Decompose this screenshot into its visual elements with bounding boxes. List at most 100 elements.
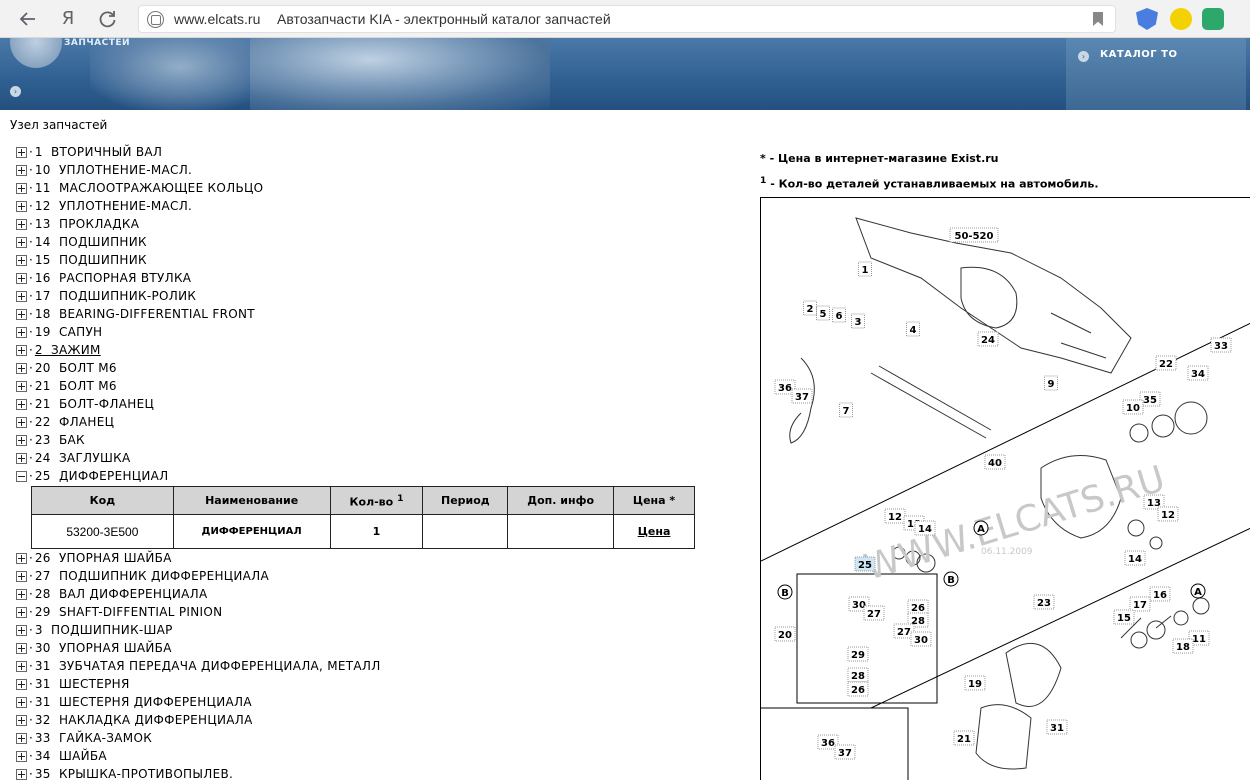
diagram-callout[interactable]: 33	[1210, 337, 1232, 353]
tree-item[interactable]: · 3 ПОДШИПНИК-ШАР	[16, 621, 716, 639]
reload-button[interactable]	[96, 7, 120, 31]
tree-item[interactable]: · 26 УПОРНАЯ ШАЙБА	[16, 549, 716, 567]
price-link[interactable]: Цена	[613, 514, 695, 549]
banner-arrow-icon[interactable]: ›	[10, 86, 21, 97]
diagram-callout[interactable]: 27	[863, 605, 885, 621]
diagram-callout[interactable]: 37	[791, 388, 813, 404]
expand-icon[interactable]	[16, 434, 27, 446]
diagram-callout[interactable]: 3	[851, 313, 865, 329]
expand-icon[interactable]	[16, 236, 27, 248]
expand-icon[interactable]	[16, 344, 27, 356]
diagram-callout[interactable]: 12	[1157, 506, 1179, 522]
tree-item[interactable]: · 17 ПОДШИПНИК-РОЛИК	[16, 287, 716, 305]
expand-icon[interactable]	[16, 218, 27, 230]
diagram-callout[interactable]: 16	[1149, 586, 1171, 602]
expand-icon[interactable]	[16, 606, 27, 618]
diagram-callout[interactable]: 34	[1187, 365, 1209, 381]
expand-icon[interactable]	[16, 660, 27, 672]
tree-item[interactable]: · 25 ДИФФЕРЕНЦИАЛ	[16, 467, 716, 485]
tree-item[interactable]: · 24 ЗАГЛУШКА	[16, 449, 716, 467]
tree-item[interactable]: · 32 НАКЛАДКА ДИФФЕРЕНЦИАЛА	[16, 711, 716, 729]
expand-icon[interactable]	[16, 642, 27, 654]
expand-icon[interactable]	[16, 714, 27, 726]
yandex-button[interactable]: Я	[56, 7, 80, 31]
expand-icon[interactable]	[16, 164, 27, 176]
diagram-callout[interactable]: 5	[816, 305, 830, 321]
tree-item[interactable]: · 34 ШАЙБА	[16, 747, 716, 765]
shield-extension-icon[interactable]	[1136, 8, 1158, 30]
diagram-callout[interactable]: 17	[1129, 596, 1151, 612]
tree-item[interactable]: · 1 ВТОРИЧНЫЙ ВАЛ	[16, 143, 716, 161]
expand-icon[interactable]	[16, 696, 27, 708]
tree-item[interactable]: · 30 УПОРНАЯ ШАЙБА	[16, 639, 716, 657]
expand-icon[interactable]	[16, 570, 27, 582]
diagram-callout[interactable]: A	[1190, 583, 1206, 599]
tree-item[interactable]: · 35 КРЫШКА-ПРОТИВОПЫЛЕВ.	[16, 765, 716, 780]
expand-icon[interactable]	[16, 326, 27, 338]
diagram-callout[interactable]: 14	[914, 520, 936, 536]
diagram-callout[interactable]: 12	[884, 508, 906, 524]
diagram-callout[interactable]: 14	[1124, 550, 1146, 566]
tree-item[interactable]: · 28 ВАЛ ДИФФЕРЕНЦИАЛА	[16, 585, 716, 603]
expand-icon[interactable]	[16, 768, 27, 780]
diagram-callout[interactable]: 22	[1155, 355, 1177, 371]
diagram-callout[interactable]: 4	[906, 321, 920, 337]
diagram-callout[interactable]: 40	[984, 454, 1006, 470]
extension-l-icon[interactable]	[1170, 8, 1192, 30]
diagram-callout[interactable]: 15	[1113, 609, 1135, 625]
diagram-callout[interactable]: B	[777, 584, 793, 600]
tree-item[interactable]: · 33 ГАЙКА-ЗАМОК	[16, 729, 716, 747]
tree-item[interactable]: · 20 БОЛТ М6	[16, 359, 716, 377]
expand-icon[interactable]	[16, 272, 27, 284]
diagram-callout[interactable]: 9	[1044, 375, 1058, 391]
expand-icon[interactable]	[16, 200, 27, 212]
diagram-callout[interactable]: 10	[1122, 399, 1144, 415]
diagram-callout[interactable]: 19	[964, 675, 986, 691]
expand-icon[interactable]	[16, 290, 27, 302]
tree-item[interactable]: · 21 БОЛТ-ФЛАНЕЦ	[16, 395, 716, 413]
expand-icon[interactable]	[16, 380, 27, 392]
expand-icon[interactable]	[16, 750, 27, 762]
expand-icon[interactable]	[16, 362, 27, 374]
diagram-callout[interactable]: 23	[1033, 594, 1055, 610]
diagram-callout[interactable]: 50-520	[949, 227, 999, 243]
site-info-icon[interactable]	[147, 11, 164, 28]
tree-item[interactable]: · 29 SHAFT-DIFFENTIAL PINION	[16, 603, 716, 621]
diagram-callout[interactable]: 25	[854, 556, 876, 572]
expand-icon[interactable]	[16, 398, 27, 410]
diagram-callout[interactable]: 2	[803, 300, 817, 316]
expand-icon[interactable]	[16, 146, 27, 158]
tree-item[interactable]: · 12 УПЛОТНЕНИЕ-МАСЛ.	[16, 197, 716, 215]
tree-item[interactable]: · 14 ПОДШИПНИК	[16, 233, 716, 251]
expand-icon[interactable]	[16, 182, 27, 194]
diagram-callout[interactable]: 31	[1046, 719, 1068, 735]
diagram-callout[interactable]: 20	[774, 626, 796, 642]
expand-icon[interactable]	[16, 308, 27, 320]
tree-item[interactable]: · 31 ЗУБЧАТАЯ ПЕРЕДАЧА ДИФФЕРЕНЦИАЛА, МЕТ…	[16, 657, 716, 675]
diagram-callout[interactable]: 6	[832, 307, 846, 323]
tree-item[interactable]: · 18 BEARING-DIFFERENTIAL FRONT	[16, 305, 716, 323]
tree-item[interactable]: · 11 МАСЛООТРАЖАЮЩЕЕ КОЛЬЦО	[16, 179, 716, 197]
diagram-callout[interactable]: 26	[907, 599, 929, 615]
tree-item[interactable]: · 16 РАСПОРНАЯ ВТУЛКА	[16, 269, 716, 287]
expand-icon[interactable]	[16, 588, 27, 600]
diagram-callout[interactable]: 24	[977, 331, 999, 347]
tree-item[interactable]: · 19 САПУН	[16, 323, 716, 341]
tree-item[interactable]: · 27 ПОДШИПНИК ДИФФЕРЕНЦИАЛА	[16, 567, 716, 585]
tree-item[interactable]: · 21 БОЛТ М6	[16, 377, 716, 395]
collapse-icon[interactable]	[16, 470, 27, 482]
address-bar[interactable]: www.elcats.ru Автозапчасти KIA - электро…	[138, 5, 1116, 33]
tree-item[interactable]: · 31 ШЕСТЕРНЯ	[16, 675, 716, 693]
diagram-callout[interactable]: B	[943, 571, 959, 587]
diagram-callout[interactable]: 1	[858, 261, 872, 277]
catalog-to-link[interactable]: КАТАЛОГ ТО	[1100, 49, 1177, 60]
diagram-callout[interactable]: 26	[847, 681, 869, 697]
tree-item[interactable]: · 10 УПЛОТНЕНИЕ-МАСЛ.	[16, 161, 716, 179]
diagram-callout[interactable]: 28	[847, 667, 869, 683]
extension-green-icon[interactable]	[1202, 8, 1224, 30]
expand-icon[interactable]	[16, 416, 27, 428]
bookmark-icon[interactable]	[1093, 12, 1103, 26]
diagram-callout[interactable]: 21	[953, 730, 975, 746]
tree-item[interactable]: · 15 ПОДШИПНИК	[16, 251, 716, 269]
tree-item[interactable]: · 22 ФЛАНЕЦ	[16, 413, 716, 431]
